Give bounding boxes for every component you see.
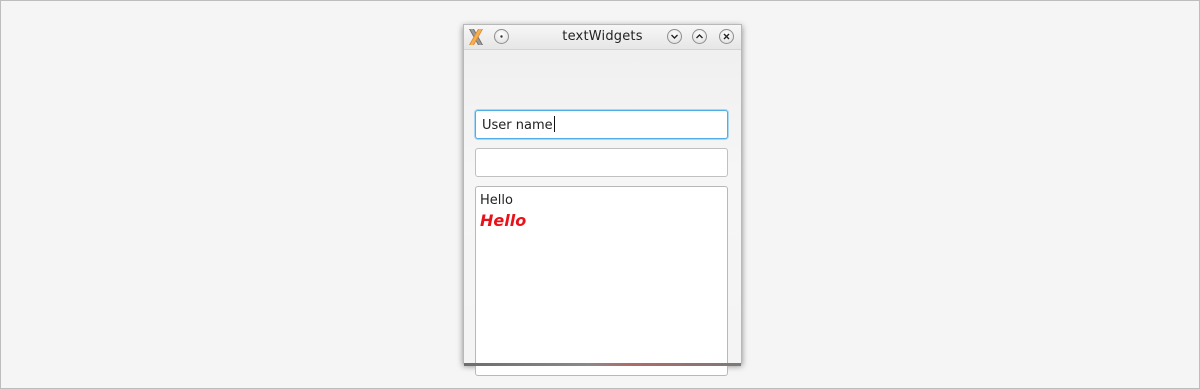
username-text: User name (482, 118, 553, 133)
close-button[interactable] (719, 29, 734, 44)
chevron-up-icon (696, 34, 703, 39)
window-client-area: User name Hello Hello (464, 50, 741, 376)
rich-text-edit[interactable]: Hello Hello (475, 186, 728, 376)
username-input[interactable]: User name (475, 110, 728, 139)
minimize-button[interactable] (667, 29, 682, 44)
password-input[interactable] (475, 148, 728, 177)
close-icon (723, 33, 730, 40)
styled-text-line: Hello (480, 211, 527, 230)
window-titlebar[interactable]: textWidgets (464, 25, 741, 50)
text-caret (553, 116, 555, 132)
chevron-down-icon (671, 34, 678, 39)
plain-text-line: Hello (480, 193, 513, 208)
maximize-button[interactable] (692, 29, 707, 44)
app-window: textWidgets User name Hello Hello (463, 24, 742, 376)
